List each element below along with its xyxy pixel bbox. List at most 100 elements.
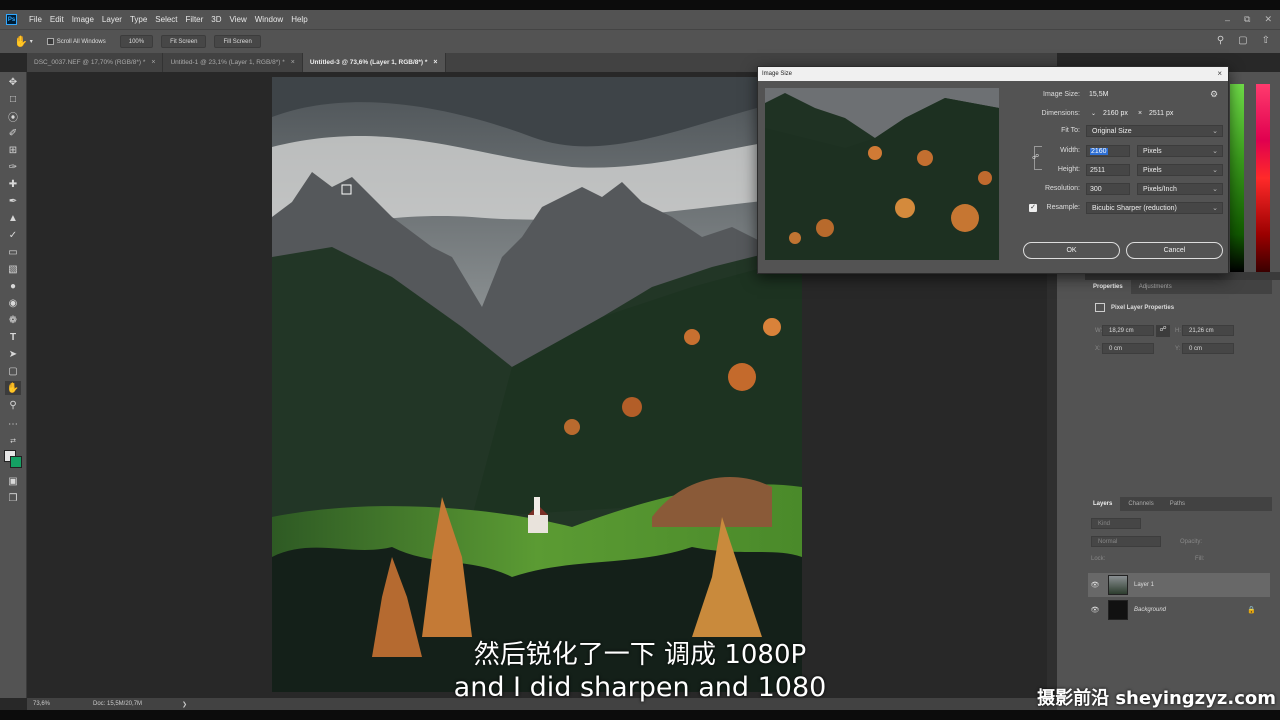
chevron-down-icon: ⌄ (1212, 167, 1218, 174)
menu-3d[interactable]: 3D (207, 15, 225, 24)
lasso-tool-icon[interactable]: ⦿ (5, 109, 21, 124)
screen-mode-icon[interactable]: ❐ (5, 491, 21, 505)
fit-to-select[interactable]: Original Size ⌄ (1086, 125, 1223, 137)
width-unit-select[interactable]: Pixels ⌄ (1137, 145, 1223, 157)
width-field[interactable]: 18,29 cm (1102, 325, 1154, 336)
link-icon[interactable]: ☍ (1156, 325, 1170, 337)
menu-view[interactable]: View (226, 15, 251, 24)
color-slider[interactable] (1230, 84, 1244, 272)
swap-colors-icon[interactable]: ⇄ (5, 434, 21, 448)
zoom-tool-icon[interactable]: ⚲ (5, 398, 21, 412)
height-value: 2511 (1090, 166, 1106, 174)
search-icon[interactable]: ⚲ (1217, 35, 1224, 46)
more-tools-icon[interactable]: ⋯ (5, 417, 21, 431)
eyedropper-tool-icon[interactable]: ✑ (5, 160, 21, 174)
close-icon[interactable]: × (291, 59, 295, 66)
tab-adjustments[interactable]: Adjustments (1131, 280, 1180, 294)
image-size-preview[interactable] (765, 88, 999, 260)
resolution-unit: Pixels/Inch (1143, 185, 1177, 193)
fit-screen-button[interactable]: Fit Screen (161, 35, 207, 48)
layer-row-layer-1[interactable]: 👁 Layer 1 (1088, 573, 1270, 597)
brush-tool-icon[interactable]: ✒ (5, 194, 21, 208)
close-icon[interactable]: ✕ (1264, 14, 1272, 25)
x-field[interactable]: 0 cm (1102, 343, 1154, 354)
dodge-tool-icon[interactable]: ◉ (5, 296, 21, 310)
tab-untitled-1[interactable]: Untitled-1 @ 23,1% (Layer 1, RGB/8*) * × (163, 53, 303, 72)
blur-tool-icon[interactable]: ● (5, 279, 21, 293)
menu-edit[interactable]: Edit (46, 15, 68, 24)
dimensions-label: Dimensions: (1041, 110, 1080, 117)
y-field[interactable]: 0 cm (1182, 343, 1234, 354)
menu-select[interactable]: Select (151, 15, 181, 24)
eraser-tool-icon[interactable]: ▭ (5, 245, 21, 259)
healing-brush-tool-icon[interactable]: ✚ (5, 177, 21, 191)
eye-icon[interactable]: 👁 (1088, 606, 1102, 614)
scroll-all-windows-checkbox[interactable]: Scroll All Windows (46, 38, 106, 45)
chevron-down-icon[interactable]: ▾ (30, 38, 33, 45)
tab-layers[interactable]: Layers (1085, 497, 1121, 511)
cancel-button[interactable]: Cancel (1126, 242, 1223, 259)
preview-image (765, 88, 999, 260)
menu-layer[interactable]: Layer (98, 15, 126, 24)
blend-mode-select[interactable]: Normal (1091, 536, 1161, 547)
top-letterbox (0, 0, 1280, 10)
resolution-input[interactable]: 300 (1086, 183, 1130, 195)
chain-link-icon[interactable]: ☍ (1032, 153, 1039, 161)
close-icon[interactable]: × (433, 59, 437, 66)
path-selection-tool-icon[interactable]: ➤ (5, 347, 21, 361)
menu-type[interactable]: Type (126, 15, 151, 24)
fill-label: Fill: (1195, 556, 1205, 562)
width-input[interactable]: 2160 (1086, 145, 1130, 157)
hand-tool-icon[interactable]: ✋ (14, 35, 28, 48)
document-canvas-image[interactable] (272, 77, 802, 692)
hand-tool-icon[interactable]: ✋ (5, 381, 21, 395)
tab-dsc-0037[interactable]: DSC_0037.NEF @ 17,70% (RGB/8*) * × (27, 53, 164, 72)
quick-mask-icon[interactable]: ▣ (5, 474, 21, 488)
restore-icon[interactable]: ⧉ (1244, 14, 1250, 25)
workspace-icon[interactable]: ▢ (1238, 35, 1247, 46)
dimensions-chevron-icon[interactable]: ⌄ (1091, 110, 1096, 117)
height-field[interactable]: 21,26 cm (1182, 325, 1234, 336)
image-size-label: Image Size: (1043, 91, 1080, 98)
resample-select[interactable]: Bicubic Sharper (reduction) ⌄ (1086, 202, 1223, 214)
lock-icon: 🔒 (1247, 607, 1256, 614)
tab-properties[interactable]: Properties (1085, 280, 1131, 294)
menu-filter[interactable]: Filter (182, 15, 208, 24)
crop-tool-icon[interactable]: ⊞ (5, 143, 21, 157)
menu-file[interactable]: File (25, 15, 46, 24)
eye-icon[interactable]: 👁 (1088, 581, 1102, 589)
clone-stamp-tool-icon[interactable]: ▲ (5, 211, 21, 225)
close-icon[interactable]: × (151, 59, 155, 66)
layer-row-background[interactable]: 👁 Background 🔒 (1088, 598, 1270, 622)
minimize-icon[interactable]: – (1225, 15, 1230, 25)
gradient-tool-icon[interactable]: ▧ (5, 262, 21, 276)
pen-tool-icon[interactable]: ❁ (5, 313, 21, 327)
move-tool-icon[interactable]: ✥ (5, 75, 21, 89)
marquee-tool-icon[interactable]: □ (5, 92, 21, 106)
layer-kind-filter[interactable]: Kind (1091, 518, 1141, 529)
type-tool-icon[interactable]: T (5, 330, 21, 344)
checkbox-box[interactable] (46, 38, 54, 45)
quick-select-tool-icon[interactable]: ✐ (5, 126, 21, 140)
scroll-all-windows-label: Scroll All Windows (56, 38, 106, 45)
share-icon[interactable]: ⇧ (1262, 35, 1270, 46)
fill-screen-button[interactable]: Fill Screen (214, 35, 261, 48)
height-unit-select[interactable]: Pixels ⌄ (1137, 164, 1223, 176)
width-unit: Pixels (1143, 147, 1162, 155)
hue-slider[interactable] (1256, 84, 1270, 272)
tab-paths[interactable]: Paths (1162, 497, 1193, 511)
background-color-swatch[interactable] (10, 456, 22, 468)
history-brush-tool-icon[interactable]: ✓ (5, 228, 21, 242)
height-input[interactable]: 2511 (1086, 164, 1130, 176)
rectangle-tool-icon[interactable]: ▢ (5, 364, 21, 378)
zoom-100-button[interactable]: 100% (119, 35, 154, 48)
menu-help[interactable]: Help (287, 15, 311, 24)
tab-channels[interactable]: Channels (1120, 497, 1161, 511)
menu-window[interactable]: Window (251, 15, 287, 24)
close-icon[interactable]: × (1217, 69, 1222, 78)
menu-image[interactable]: Image (68, 15, 98, 24)
gear-icon[interactable]: ⚙ (1210, 89, 1218, 100)
ok-button[interactable]: OK (1023, 242, 1120, 259)
tab-untitled-3[interactable]: Untitled-3 @ 73,6% (Layer 1, RGB/8*) * × (302, 53, 446, 72)
resolution-unit-select[interactable]: Pixels/Inch ⌄ (1137, 183, 1223, 195)
